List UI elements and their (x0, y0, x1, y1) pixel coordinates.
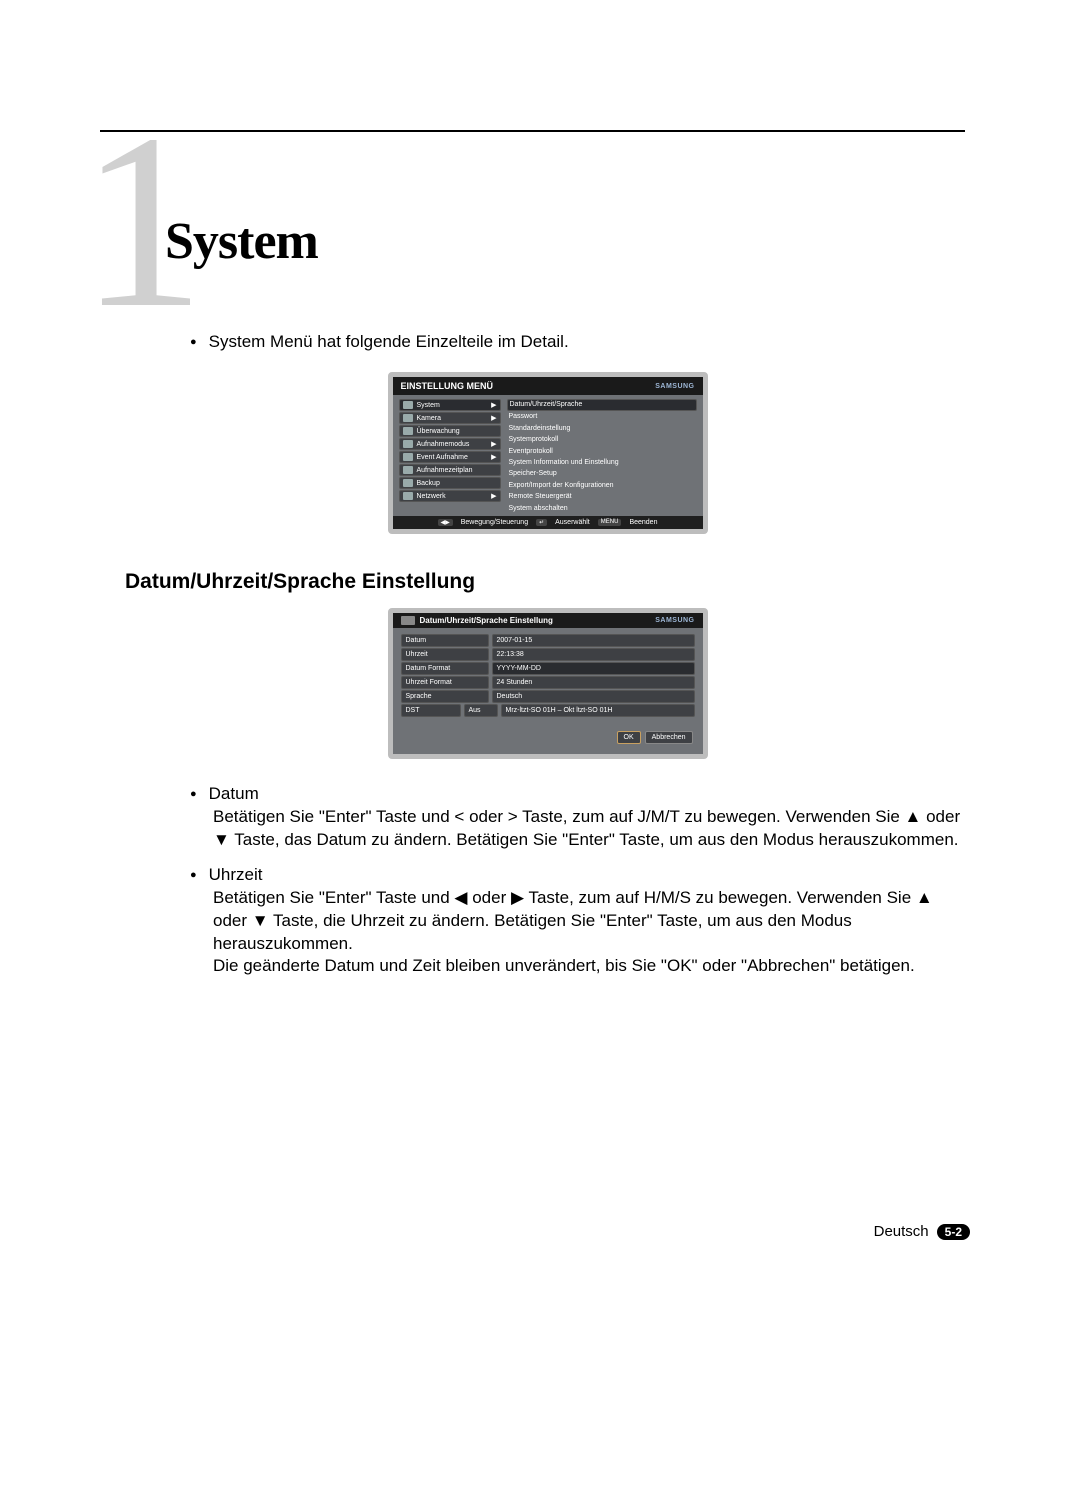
dpad-icon: ◀▶ (438, 519, 453, 526)
bullet-icon (190, 783, 197, 806)
network-icon (403, 492, 413, 500)
submenu-syslog[interactable]: Systemprotokoll (507, 435, 697, 445)
monitor-icon (403, 427, 413, 435)
label-time-format: Uhrzeit Format (401, 676, 489, 689)
intro-text: System Menü hat folgende Einzelteile im … (209, 332, 569, 352)
record-icon (403, 440, 413, 448)
event-icon (403, 453, 413, 461)
menu-item-network[interactable]: Netzwerk▶ (399, 490, 501, 502)
schedule-icon (403, 466, 413, 474)
intro-paragraph: System Menü hat folgende Einzelteile im … (190, 332, 970, 352)
menu-item-schedule[interactable]: Aufnahmezeitplan (399, 464, 501, 476)
label-date: Datum (401, 634, 489, 647)
section-heading: Datum/Uhrzeit/Sprache Einstellung (125, 570, 970, 594)
menu-title: EINSTELLUNG MENÜ (401, 381, 494, 391)
submenu-password[interactable]: Passwort (507, 412, 697, 422)
menu-item-monitoring[interactable]: Überwachung (399, 425, 501, 437)
camera-icon (403, 414, 413, 422)
menu-left-list: System▶ Kamera▶ Überwachung Aufnahmemodu… (399, 399, 501, 514)
value-time-format[interactable]: 24 Stunden (492, 676, 695, 689)
cancel-button[interactable]: Abbrechen (645, 731, 693, 744)
ok-button[interactable]: OK (617, 731, 641, 744)
label-time: Uhrzeit (401, 648, 489, 661)
submenu-storage[interactable]: Speicher-Setup (507, 469, 697, 479)
page-footer: Deutsch 5-2 (874, 1223, 970, 1240)
value-date[interactable]: 2007-01-15 (492, 634, 695, 647)
chevron-right-icon: ▶ (491, 401, 496, 409)
bullet-icon (190, 864, 197, 887)
instruction-list: Datum Betätigen Sie "Enter" Taste und < … (190, 783, 970, 979)
chevron-right-icon: ▶ (491, 440, 496, 448)
settings-menu-screenshot: EINSTELLUNG MENÜ SAMSUNG System▶ Kamera▶… (388, 372, 708, 534)
submenu-remote[interactable]: Remote Steuergerät (507, 492, 697, 502)
menu-right-list: Datum/Uhrzeit/Sprache Passwort Standarde… (507, 399, 697, 514)
item-title-date: Datum (209, 783, 259, 806)
brand-logo: SAMSUNG (655, 617, 694, 624)
chapter-title: System (165, 212, 318, 271)
system-icon (403, 401, 413, 409)
submenu-datetime[interactable]: Datum/Uhrzeit/Sprache (507, 399, 697, 411)
enter-key-icon: ↵ (536, 519, 547, 526)
footer-page-number: 5-2 (937, 1224, 970, 1240)
submenu-shutdown[interactable]: System abschalten (507, 504, 697, 514)
value-dst-state[interactable]: Aus (464, 704, 498, 717)
menu-item-event-record[interactable]: Event Aufnahme▶ (399, 451, 501, 463)
panel-title: Datum/Uhrzeit/Sprache Einstellung (420, 616, 553, 625)
value-dst-range[interactable]: Mrz-ltzt-SO 01H – Okt ltzt-SO 01H (501, 704, 695, 717)
panel-icon (401, 616, 415, 625)
label-date-format: Datum Format (401, 662, 489, 675)
label-language: Sprache (401, 690, 489, 703)
footer-language: Deutsch (874, 1223, 929, 1240)
item-body-date: Betätigen Sie "Enter" Taste und < oder >… (213, 806, 970, 852)
submenu-eventlog[interactable]: Eventprotokoll (507, 447, 697, 457)
chevron-right-icon: ▶ (491, 453, 496, 461)
submenu-config-io[interactable]: Export/Import der Konfigurationen (507, 481, 697, 491)
menu-item-backup[interactable]: Backup (399, 477, 501, 489)
menu-item-system[interactable]: System▶ (399, 399, 501, 411)
menu-item-record-mode[interactable]: Aufnahmemodus▶ (399, 438, 501, 450)
label-dst: DST (401, 704, 461, 717)
value-date-format[interactable]: YYYY-MM-DD (492, 662, 695, 675)
item-body-time: Betätigen Sie "Enter" Taste und ◀ oder ▶… (213, 887, 970, 979)
submenu-sysinfo[interactable]: System Information und Einstellung (507, 458, 697, 468)
menu-key-icon: MENU (598, 519, 622, 526)
chapter-header: 1 System (125, 132, 970, 322)
chevron-right-icon: ▶ (491, 492, 496, 500)
chevron-right-icon: ▶ (491, 414, 496, 422)
submenu-default[interactable]: Standardeinstellung (507, 424, 697, 434)
value-language[interactable]: Deutsch (492, 690, 695, 703)
brand-logo: SAMSUNG (655, 383, 694, 390)
value-time[interactable]: 22:13:38 (492, 648, 695, 661)
menu-item-camera[interactable]: Kamera▶ (399, 412, 501, 424)
item-title-time: Uhrzeit (209, 864, 263, 887)
backup-icon (403, 479, 413, 487)
datetime-panel-screenshot: Datum/Uhrzeit/Sprache Einstellung SAMSUN… (388, 608, 708, 759)
menu-footer-hints: ◀▶Bewegung/Steuerung ↵Auserwählt MENUBee… (393, 516, 703, 529)
